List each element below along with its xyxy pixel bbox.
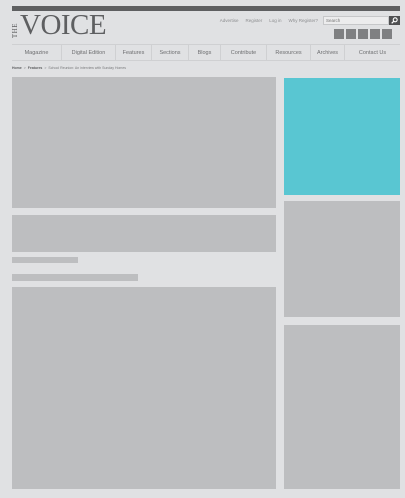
nav-item-archives[interactable]: Archives	[311, 45, 345, 60]
nav-item-blogs[interactable]: Blogs	[189, 45, 221, 60]
logo-the: THE	[11, 22, 19, 38]
sidebar-ad-placeholder	[284, 325, 400, 489]
breadcrumb-separator: >	[23, 66, 26, 70]
facebook-icon[interactable]	[334, 29, 344, 39]
linkedin-icon[interactable]	[370, 29, 380, 39]
register-link[interactable]: Register	[245, 18, 262, 23]
text-line-placeholder	[12, 274, 138, 281]
search-button[interactable]	[389, 16, 400, 25]
why-register-link[interactable]: Why Register?	[288, 18, 318, 23]
nav-item-resources[interactable]: Resources	[267, 45, 311, 60]
nav-item-contact-us[interactable]: Contact Us	[345, 45, 400, 60]
nav-item-features[interactable]: Features	[116, 45, 152, 60]
main-nav: Magazine Digital Edition Features Sectio…	[12, 44, 400, 61]
flickr-icon[interactable]	[346, 29, 356, 39]
hero-image-placeholder	[12, 77, 276, 208]
nav-item-contribute[interactable]: Contribute	[221, 45, 267, 60]
nav-item-digital-edition[interactable]: Digital Edition	[62, 45, 116, 60]
logo-voice: VOICE	[20, 9, 107, 41]
vimeo-icon[interactable]	[358, 29, 368, 39]
rss-icon[interactable]	[382, 29, 392, 39]
search-box	[323, 16, 400, 25]
article-body-placeholder	[12, 287, 276, 489]
social-icons	[334, 29, 392, 39]
breadcrumb-features[interactable]: Features	[28, 66, 43, 70]
advertise-link[interactable]: Advertise	[220, 18, 239, 23]
nav-item-magazine[interactable]: Magazine	[12, 45, 62, 60]
text-line-placeholder	[12, 257, 78, 263]
breadcrumb-home[interactable]: Home	[12, 66, 22, 70]
article-banner-placeholder	[12, 215, 276, 252]
site-logo[interactable]: THE VOICE	[11, 9, 107, 41]
sidebar-ad-placeholder	[284, 201, 400, 317]
breadcrumb-separator: >	[44, 66, 47, 70]
breadcrumb-current: School Reunion: An interview with Sunday…	[48, 66, 127, 70]
search-icon	[391, 17, 398, 24]
utility-links: Advertise Register Log in Why Register?	[220, 18, 318, 23]
nav-item-sections[interactable]: Sections	[152, 45, 189, 60]
breadcrumb: Home > Features > School Reunion: An int…	[12, 66, 126, 70]
search-input[interactable]	[323, 16, 389, 25]
login-link[interactable]: Log in	[269, 18, 281, 23]
sidebar-ad-teal[interactable]	[284, 78, 400, 195]
